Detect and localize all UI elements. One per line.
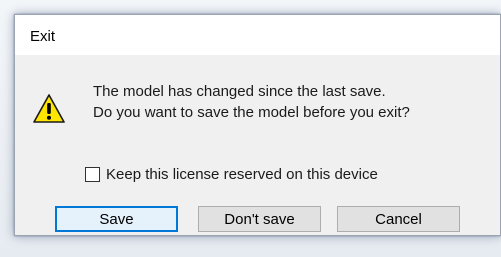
keep-license-label[interactable]: Keep this license reserved on this devic… — [106, 166, 378, 183]
title-bar[interactable]: Exit — [15, 15, 500, 55]
dialog-body: The model has changed since the last sav… — [15, 55, 500, 235]
screen: Exit The model has changed since the las… — [0, 0, 501, 257]
exit-dialog: Exit The model has changed since the las… — [14, 14, 501, 236]
message-line-1: The model has changed since the last sav… — [93, 83, 386, 100]
save-button[interactable]: Save — [55, 206, 178, 232]
dialog-title: Exit — [30, 28, 56, 45]
dialog-message: The model has changed since the last sav… — [93, 81, 410, 123]
keep-license-checkbox-row[interactable]: Keep this license reserved on this devic… — [85, 166, 378, 183]
dont-save-button[interactable]: Don't save — [198, 206, 321, 232]
message-line-2: Do you want to save the model before you… — [93, 104, 410, 121]
warning-icon — [33, 94, 65, 123]
cancel-button[interactable]: Cancel — [337, 206, 460, 232]
keep-license-checkbox[interactable] — [85, 167, 100, 182]
